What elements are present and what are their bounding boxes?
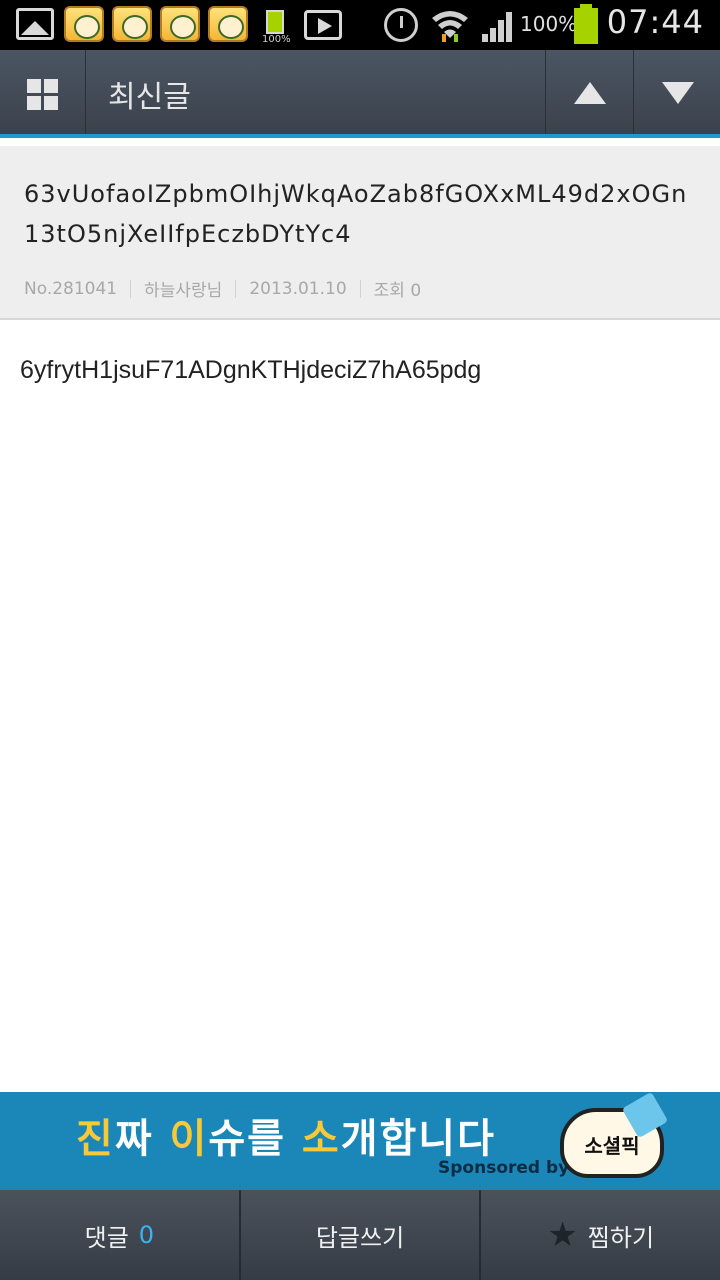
post-author[interactable]: 하늘사랑님 [144, 276, 222, 301]
comments-count: 0 [138, 1221, 155, 1249]
bottom-bar: 댓글 0 답글쓰기 ★ 찜하기 [0, 1190, 720, 1280]
arrow-up-icon [574, 82, 606, 104]
divider [130, 279, 132, 298]
battery-notification-label: 100% [262, 34, 291, 45]
signal-icon [482, 12, 512, 42]
alarm-icon [384, 8, 418, 42]
play-store-icon [304, 10, 342, 40]
previous-post-button[interactable] [545, 50, 633, 134]
post-title: 63vUofaoIZpbmOIhjWkqAoZab8fGOXxML49d2xOG… [24, 180, 688, 248]
action-bar: 최신글 [0, 50, 720, 138]
status-bar: 100% 100% 07:44 [0, 0, 720, 50]
comments-button[interactable]: 댓글 0 [0, 1190, 239, 1280]
write-reply-button[interactable]: 답글쓰기 [238, 1190, 480, 1280]
battery-percent: 100% [520, 12, 578, 36]
post-views: 조회 0 [373, 281, 422, 301]
post-body: 6yfrytH1jsuF71ADgnKTHjdeciZ7hA65pdg [20, 356, 482, 384]
star-icon: ★ [547, 1215, 578, 1255]
app-notification-icon [160, 6, 200, 42]
next-post-button[interactable] [633, 50, 720, 134]
app-notification-icon [208, 6, 248, 42]
write-reply-label: 답글쓰기 [315, 1223, 405, 1252]
battery-notification-icon: 100% [262, 8, 292, 46]
post-date: 2013.01.10 [249, 278, 347, 299]
app-notification-icon [112, 6, 152, 42]
ad-sponsored-label: Sponsored by [438, 1158, 570, 1178]
ad-brand-name: 소셜픽 [584, 1134, 640, 1158]
post-header: 63vUofaoIZpbmOIhjWkqAoZab8fGOXxML49d2xOG… [0, 146, 720, 320]
ad-headline: 진짜 이슈를 소개합니다 [76, 1116, 496, 1162]
divider [359, 279, 361, 298]
comments-label: 댓글 [84, 1223, 129, 1252]
app-notification-icon [64, 6, 104, 42]
post-number: No.281041 [24, 278, 118, 299]
grid-menu-button[interactable] [0, 50, 86, 134]
bookmark-label: 찜하기 [587, 1223, 655, 1252]
post-meta: No.281041 하늘사랑님 2013.01.10 조회 0 [24, 276, 422, 302]
battery-icon [572, 4, 600, 44]
divider [235, 279, 237, 298]
ad-banner[interactable]: 진짜 이슈를 소개합니다 Sponsored by 소셜픽 [0, 1092, 720, 1190]
bookmark-button[interactable]: ★ 찜하기 [479, 1190, 720, 1280]
wifi-icon [432, 11, 468, 42]
page-title: 최신글 [108, 80, 191, 115]
arrow-down-icon [662, 82, 694, 104]
clock: 07:44 [606, 3, 704, 41]
gallery-icon [16, 8, 54, 40]
